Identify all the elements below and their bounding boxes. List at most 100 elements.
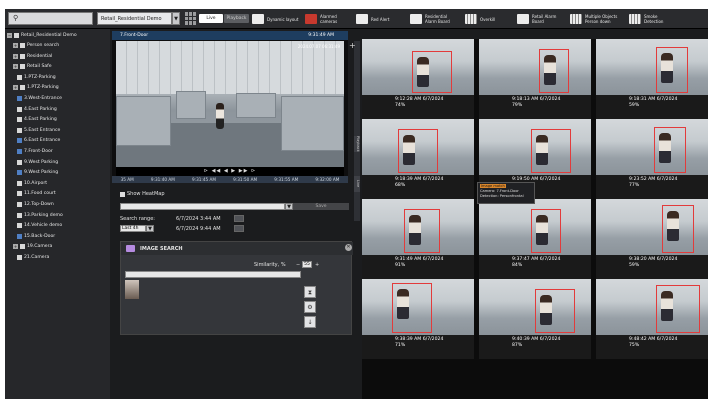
- video-player: 7.Front-Door 9:31:49 AM 2024.07.07 06:31…: [112, 31, 348, 183]
- screenshot-frame: ⚲ Retail_Residential Demo ▼ Live Playbac…: [0, 0, 713, 404]
- tree-item[interactable]: 4.East Parking: [17, 105, 57, 114]
- alarmed-cameras-button[interactable]: Alarmed cameras: [305, 12, 345, 26]
- tree-item[interactable]: 9.West Parking: [17, 158, 58, 167]
- tooltip-detection: Detection: Personfrontal: [480, 194, 524, 198]
- timeline[interactable]: 35 AM 9:31:40 AM 9:31:45 AM 9:31:50 AM 9…: [112, 176, 348, 183]
- playback-tab[interactable]: Playback: [224, 14, 249, 23]
- smoke-detection-button[interactable]: Smoke Detection: [629, 12, 669, 26]
- chevron-down-icon[interactable]: ▼: [172, 12, 180, 25]
- result-thumbnail: [596, 39, 708, 95]
- result-tile[interactable]: 9:40:39 AM 6/7/2024 87%: [479, 279, 591, 359]
- site-select[interactable]: Retail_Residential Demo: [97, 12, 172, 25]
- tree-item-label: 19.Camera: [27, 244, 53, 250]
- timeline-tick: 35 AM: [120, 177, 134, 182]
- tree-item[interactable]: + Residential: [13, 52, 52, 61]
- residential-alarm-board-button[interactable]: Residential Alarm Board: [410, 12, 460, 26]
- similarity-input[interactable]: 55: [302, 261, 312, 268]
- result-time: 9:38:39 AM 6/7/2024: [395, 337, 444, 342]
- tree-item[interactable]: 15.Back-Door: [17, 232, 55, 241]
- result-time: 9:48:42 AM 6/7/2024: [629, 337, 678, 342]
- search-input[interactable]: ⚲: [8, 12, 93, 25]
- similarity-plus[interactable]: +: [315, 262, 319, 268]
- result-caption: 9:37:47 AM 6/7/2024 84%: [512, 257, 560, 268]
- add-icon[interactable]: +: [349, 41, 356, 50]
- layout-icon: [252, 14, 264, 24]
- expand-icon[interactable]: +: [13, 53, 18, 59]
- video-frame[interactable]: 2024.07.07 06:31:49: [116, 41, 344, 167]
- result-caption: 9:18:31 AM 6/7/2024 59%: [629, 97, 677, 108]
- camera-icon: [17, 170, 22, 176]
- download-icon[interactable]: ↓: [304, 316, 316, 328]
- dynamic-layout-button[interactable]: Dynamic layout: [252, 12, 298, 26]
- tree-item[interactable]: +1.PTZ-Parking: [13, 83, 59, 92]
- tree-item[interactable]: 12.Top-Down: [17, 200, 54, 209]
- tree-item[interactable]: 10.Airport: [17, 179, 47, 188]
- result-score: 79%: [512, 102, 523, 108]
- tree-item[interactable]: 5.East Entrance: [17, 126, 60, 135]
- heatmap-label: Show HeatMap: [127, 191, 165, 197]
- tree-item[interactable]: 6.East Entrance: [17, 136, 60, 145]
- timeline-tick: 9:31:55 AM: [274, 177, 299, 182]
- calendar-button[interactable]: [234, 215, 244, 222]
- chevron-down-icon[interactable]: ▼: [146, 225, 154, 232]
- expand-icon[interactable]: +: [13, 43, 18, 48]
- result-score: 91%: [395, 262, 406, 268]
- hourglass-icon[interactable]: ⧗: [304, 286, 316, 298]
- result-tile[interactable]: 9:37:47 AM 6/7/2024 84%: [479, 199, 591, 279]
- multiple-objects-button[interactable]: Multiple Objects Person down: [570, 12, 625, 26]
- tree-item[interactable]: 14.Vehicle demo: [17, 221, 62, 230]
- tree-item[interactable]: 21.Camera: [17, 253, 49, 262]
- tree-root[interactable]: − Retail_Residential Demo: [7, 31, 77, 40]
- layout-grid-icon[interactable]: [185, 12, 196, 25]
- retail-alarm-board-button[interactable]: Retail Alarm Board: [517, 12, 561, 26]
- detection-box: [531, 209, 561, 253]
- chevron-down-icon[interactable]: ▼: [285, 203, 293, 210]
- tree-item[interactable]: + Retail Safe: [13, 62, 52, 71]
- calendar-button[interactable]: [234, 225, 244, 232]
- playback-controls[interactable]: ⊳ ◀◀ ◀ ▶ ▶▶ ⊳: [116, 167, 344, 176]
- detection-box: [392, 283, 432, 333]
- result-tile[interactable]: 9:48:42 AM 6/7/2024 75%: [596, 279, 708, 359]
- result-caption: 9:12:28 AM 6/7/2024 74%: [395, 97, 443, 108]
- tree-item-label: 4.East Parking: [24, 117, 57, 123]
- range-unit-select[interactable]: Last 4h: [120, 225, 146, 232]
- live-tab[interactable]: Live: [199, 14, 223, 23]
- tree-item[interactable]: +19.Camera: [13, 242, 52, 251]
- result-tile[interactable]: 9:12:28 AM 6/7/2024 74%: [362, 39, 474, 119]
- camera-icon: [17, 127, 22, 133]
- tree-item[interactable]: 11.Food court: [17, 189, 56, 198]
- result-tile[interactable]: 9:38:20 AM 6/7/2024 59%: [596, 199, 708, 279]
- side-tab-playback[interactable]: Playback: [354, 136, 360, 152]
- detection-box: [662, 205, 694, 253]
- result-tile[interactable]: 9:18:13 AM 6/7/2024 79%: [479, 39, 591, 119]
- tree-item[interactable]: 13.Parking demo: [17, 211, 63, 220]
- expand-icon[interactable]: +: [13, 244, 18, 250]
- red-alert-button[interactable]: Red Alert: [356, 12, 389, 26]
- result-tile[interactable]: 9:31:49 AM 6/7/2024 91%: [362, 199, 474, 279]
- tree-item[interactable]: 4.East Parking: [17, 115, 57, 124]
- result-thumbnail: [479, 279, 591, 335]
- expand-icon[interactable]: +: [13, 85, 18, 91]
- expand-icon[interactable]: +: [13, 64, 18, 70]
- result-tile[interactable]: 9:23:52 AM 6/7/2024 77%: [596, 119, 708, 199]
- detection-box: [535, 289, 575, 333]
- tree-item[interactable]: 3.West-Entrance: [17, 94, 62, 103]
- query-image[interactable]: [125, 280, 139, 299]
- result-tile[interactable]: 9:18:39 AM 6/7/2024 68%: [362, 119, 474, 199]
- selection-dropdown[interactable]: [120, 203, 285, 210]
- tree-item[interactable]: 1.PTZ-Parking: [17, 73, 56, 82]
- side-tab-live[interactable]: Live: [354, 176, 360, 192]
- overkill-button[interactable]: Overkill: [465, 12, 495, 26]
- person-settings-icon[interactable]: ⚙: [304, 301, 316, 313]
- close-icon[interactable]: ✕: [345, 244, 352, 251]
- tree-item[interactable]: 9.West Parking: [17, 168, 58, 177]
- tree-item[interactable]: + Person search: [13, 41, 59, 50]
- collapse-icon[interactable]: −: [7, 33, 12, 38]
- result-tile[interactable]: 9:38:39 AM 6/7/2024 71%: [362, 279, 474, 359]
- heatmap-checkbox[interactable]: [120, 192, 125, 197]
- similarity-minus[interactable]: −: [296, 262, 300, 268]
- image-search-input[interactable]: [125, 271, 301, 278]
- result-tile[interactable]: 9:18:31 AM 6/7/2024 59%: [596, 39, 708, 119]
- save-button[interactable]: Save: [293, 203, 349, 210]
- tree-item[interactable]: 7.Front-Door: [17, 147, 53, 156]
